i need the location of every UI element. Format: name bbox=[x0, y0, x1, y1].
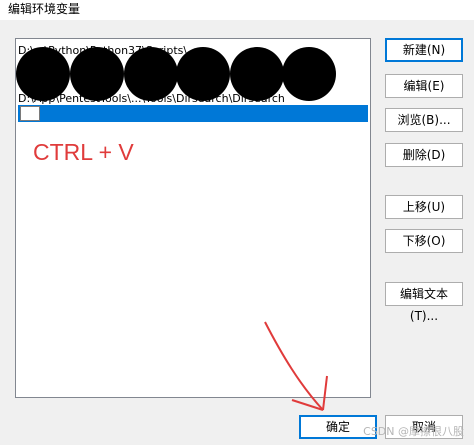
title-bar: 编辑环境变量 bbox=[0, 0, 474, 20]
watermark: CSDN @摩擦很八股 bbox=[363, 425, 464, 438]
redaction-blob bbox=[282, 47, 336, 101]
edit-text-button[interactable]: 编辑文本(T)... bbox=[385, 282, 463, 323]
redaction-blob bbox=[124, 47, 178, 101]
redaction-blob bbox=[230, 47, 284, 101]
edit-button[interactable]: 编辑(E) bbox=[385, 74, 463, 98]
inline-edit-field[interactable] bbox=[20, 106, 40, 121]
move-down-button[interactable]: 下移(O) bbox=[385, 229, 463, 253]
browse-button[interactable]: 浏览(B)... bbox=[385, 108, 463, 132]
delete-button[interactable]: 删除(D) bbox=[385, 143, 463, 167]
window-title: 编辑环境变量 bbox=[8, 2, 81, 16]
new-button[interactable]: 新建(N) bbox=[385, 38, 463, 62]
redaction-blob bbox=[70, 47, 124, 101]
redaction-blob bbox=[176, 47, 230, 101]
redaction-blob bbox=[16, 47, 70, 101]
list-item-selected[interactable] bbox=[18, 105, 368, 122]
move-up-button[interactable]: 上移(U) bbox=[385, 195, 463, 219]
annotation-text: CTRL + V bbox=[33, 139, 134, 165]
